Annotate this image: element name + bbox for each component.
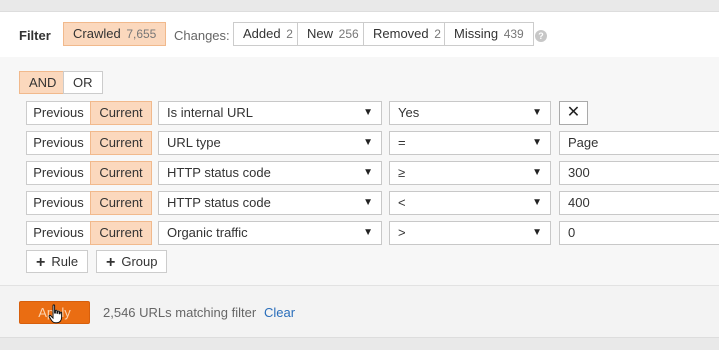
operator-select[interactable]: ≥ ▼ (389, 161, 551, 185)
close-icon: ✕ (566, 104, 581, 121)
clear-link[interactable]: Clear (264, 305, 295, 320)
operator-select-value: = (398, 135, 406, 150)
current-toggle[interactable]: Current (90, 131, 152, 155)
field-select-value: Is internal URL (167, 105, 253, 120)
caret-down-icon: ▼ (363, 107, 373, 118)
previous-toggle[interactable]: Previous (26, 221, 91, 245)
missing-label: Missing (454, 26, 499, 41)
plus-icon: + (36, 254, 46, 271)
and-toggle[interactable]: AND (19, 71, 67, 94)
caret-down-icon: ▼ (532, 197, 542, 208)
rule-row: Previous Current Is internal URL ▼ Yes ▼… (0, 101, 719, 125)
field-select-value: Organic traffic (167, 225, 248, 240)
current-toggle[interactable]: Current (90, 161, 152, 185)
field-select[interactable]: Is internal URL ▼ (158, 101, 382, 125)
field-select[interactable]: HTTP status code ▼ (158, 191, 382, 215)
add-group-label: Group (121, 254, 158, 269)
rule-row: Previous Current HTTP status code ▼ ≥ ▼ … (0, 161, 719, 185)
caret-down-icon: ▼ (532, 167, 542, 178)
added-chip[interactable]: Added 2 (233, 22, 303, 46)
operator-select[interactable]: > ▼ (389, 221, 551, 245)
added-count: 2 (286, 27, 293, 41)
add-rule-label: Rule (51, 254, 79, 269)
caret-down-icon: ▼ (363, 137, 373, 148)
filter-bar: Filter Crawled 7,655 Changes: Added 2 Ne… (0, 11, 719, 58)
operator-select-value: ≥ (398, 165, 406, 180)
removed-label: Removed (373, 26, 429, 41)
or-toggle[interactable]: OR (63, 71, 103, 94)
filter-builder: AND OR Previous Current Is internal URL … (0, 57, 719, 286)
removed-count: 2 (434, 27, 441, 41)
value-input[interactable]: Page (559, 131, 719, 155)
missing-chip[interactable]: Missing 439 (444, 22, 534, 46)
current-toggle[interactable]: Current (90, 221, 152, 245)
filter-label: Filter (19, 28, 51, 43)
previous-toggle[interactable]: Previous (26, 101, 91, 125)
operator-select-value: > (398, 225, 406, 240)
crawled-chip[interactable]: Crawled 7,655 (63, 22, 167, 46)
previous-toggle[interactable]: Previous (26, 131, 91, 155)
rule-row: Previous Current HTTP status code ▼ < ▼ … (0, 191, 719, 215)
operator-select-value: Yes (398, 105, 420, 120)
added-label: Added (243, 26, 281, 41)
field-select[interactable]: HTTP status code ▼ (158, 161, 382, 185)
field-select[interactable]: Organic traffic ▼ (158, 221, 382, 245)
new-chip[interactable]: New 256 (297, 22, 369, 46)
crawled-count: 7,655 (126, 27, 157, 41)
changes-label: Changes: (174, 28, 230, 43)
removed-chip[interactable]: Removed 2 (363, 22, 451, 46)
new-label: New (307, 26, 334, 41)
caret-down-icon: ▼ (363, 227, 373, 238)
previous-toggle[interactable]: Previous (26, 191, 91, 215)
current-toggle[interactable]: Current (90, 191, 152, 215)
plus-icon: + (106, 254, 116, 271)
field-select-value: HTTP status code (167, 165, 271, 180)
previous-toggle[interactable]: Previous (26, 161, 91, 185)
value-input[interactable]: 0 (559, 221, 719, 245)
current-toggle[interactable]: Current (90, 101, 152, 125)
value-input[interactable]: 300 (559, 161, 719, 185)
new-count: 256 (338, 27, 359, 41)
field-select-value: URL type (167, 135, 221, 150)
add-group-button[interactable]: + Group (96, 250, 168, 273)
value-input[interactable]: 400 (559, 191, 719, 215)
match-count-text: 2,546 URLs matching filter (103, 305, 257, 320)
field-select[interactable]: URL type ▼ (158, 131, 382, 155)
remove-rule-button[interactable]: ✕ (559, 101, 588, 125)
help-icon[interactable]: ? (535, 30, 547, 42)
operator-select-value: < (398, 195, 406, 210)
caret-down-icon: ▼ (363, 167, 373, 178)
hand-cursor-icon (48, 304, 63, 324)
operator-select[interactable]: Yes ▼ (389, 101, 551, 125)
crawled-label: Crawled (73, 26, 121, 41)
operator-select[interactable]: < ▼ (389, 191, 551, 215)
rule-row: Previous Current URL type ▼ = ▼ Page (0, 131, 719, 155)
add-rule-button[interactable]: + Rule (26, 250, 89, 273)
caret-down-icon: ▼ (532, 137, 542, 148)
caret-down-icon: ▼ (532, 107, 542, 118)
caret-down-icon: ▼ (363, 197, 373, 208)
rule-row: Previous Current Organic traffic ▼ > ▼ 0 (0, 221, 719, 245)
field-select-value: HTTP status code (167, 195, 271, 210)
filter-footer: Apply 2,546 URLs matching filter Clear (0, 286, 719, 338)
operator-select[interactable]: = ▼ (389, 131, 551, 155)
caret-down-icon: ▼ (532, 227, 542, 238)
missing-count: 439 (503, 27, 524, 41)
